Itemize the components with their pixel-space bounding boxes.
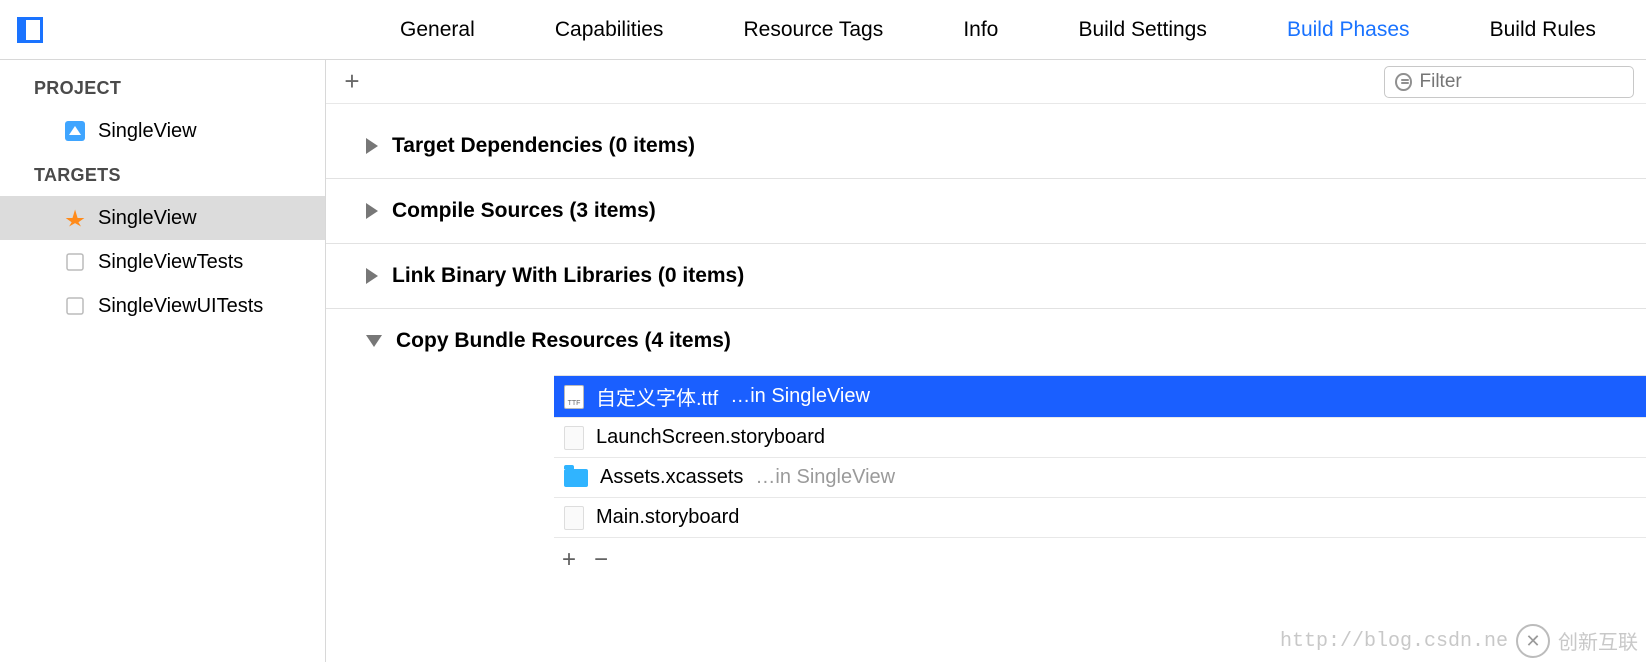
assets-folder-icon — [564, 469, 588, 487]
tab-capabilities[interactable]: Capabilities — [549, 18, 670, 42]
tab-build-settings[interactable]: Build Settings — [1072, 18, 1212, 42]
chevron-right-icon — [366, 203, 378, 219]
add-phase-button[interactable]: + — [338, 66, 366, 97]
remove-resource-button[interactable]: − — [594, 546, 608, 574]
sidebar-target-label: SingleView — [98, 207, 197, 230]
sidebar-heading-project: PROJECT — [0, 66, 325, 109]
watermark-brand: 创新互联 — [1558, 626, 1638, 656]
sidebar-target-singleview[interactable]: SingleView — [0, 196, 325, 240]
panel-toggle[interactable] — [0, 17, 60, 43]
project-icon — [64, 120, 86, 142]
storyboard-file-icon — [564, 426, 584, 450]
test-target-icon — [64, 295, 86, 317]
phase-target-dependencies[interactable]: Target Dependencies (0 items) — [326, 114, 1646, 179]
test-target-icon — [64, 251, 86, 273]
tab-general[interactable]: General — [394, 18, 481, 42]
filter-field[interactable] — [1384, 66, 1634, 98]
sidebar-project-singleview[interactable]: SingleView — [0, 109, 325, 153]
resource-row[interactable]: 自定义字体.ttf …in SingleView — [554, 376, 1646, 418]
phase-title: Copy Bundle Resources (4 items) — [396, 329, 731, 353]
phase-copy-bundle-resources[interactable]: Copy Bundle Resources (4 items) 自定义字体.tt… — [326, 309, 1646, 594]
phase-file-list: 自定义字体.ttf …in SingleView LaunchScreen.st… — [554, 375, 1646, 574]
resource-name: Main.storyboard — [596, 506, 739, 529]
phase-title: Link Binary With Libraries (0 items) — [392, 264, 744, 288]
resource-name: Assets.xcassets — [600, 466, 743, 489]
sidebar-target-label: SingleViewUITests — [98, 295, 263, 318]
sidebar-target-singleviewtests[interactable]: SingleViewTests — [0, 240, 325, 284]
chevron-down-icon — [366, 335, 382, 347]
chevron-right-icon — [366, 138, 378, 154]
watermark: http://blog.csdn.ne ✕ 创新互联 — [1280, 624, 1638, 658]
resource-row[interactable]: Main.storyboard — [554, 498, 1646, 538]
filter-icon — [1395, 73, 1412, 91]
phase-link-binary[interactable]: Link Binary With Libraries (0 items) — [326, 244, 1646, 309]
app-target-icon — [64, 207, 86, 229]
sidebar-target-singleviewuitests[interactable]: SingleViewUITests — [0, 284, 325, 328]
sidebar-project-label: SingleView — [98, 120, 197, 143]
phase-compile-sources[interactable]: Compile Sources (3 items) — [326, 179, 1646, 244]
tab-build-phases[interactable]: Build Phases — [1281, 18, 1416, 42]
resource-row[interactable]: Assets.xcassets …in SingleView — [554, 458, 1646, 498]
resource-path: …in SingleView — [755, 466, 895, 489]
ttf-file-icon — [564, 385, 584, 409]
filter-input[interactable] — [1420, 71, 1624, 93]
resource-row-actions: + − — [554, 538, 1646, 574]
phase-title: Target Dependencies (0 items) — [392, 134, 695, 158]
tab-resource-tags[interactable]: Resource Tags — [738, 18, 890, 42]
watermark-logo-icon: ✕ — [1516, 624, 1550, 658]
watermark-url: http://blog.csdn.ne — [1280, 630, 1508, 653]
phase-title: Compile Sources (3 items) — [392, 199, 656, 223]
tab-info[interactable]: Info — [957, 18, 1004, 42]
phases-toolbar: + — [326, 60, 1646, 104]
resource-path: …in SingleView — [730, 385, 870, 408]
tab-bar: General Capabilities Resource Tags Info … — [60, 18, 1646, 42]
resource-name: 自定义字体.ttf — [596, 382, 718, 411]
resource-name: LaunchScreen.storyboard — [596, 426, 825, 449]
storyboard-file-icon — [564, 506, 584, 530]
chevron-right-icon — [366, 268, 378, 284]
resource-row[interactable]: LaunchScreen.storyboard — [554, 418, 1646, 458]
panel-left-icon — [17, 17, 43, 43]
sidebar-heading-targets: TARGETS — [0, 153, 325, 196]
sidebar-target-label: SingleViewTests — [98, 251, 243, 274]
build-phases-content: + Target Dependencies (0 items) Compile … — [326, 60, 1646, 662]
editor-tabs: General Capabilities Resource Tags Info … — [0, 0, 1646, 60]
project-sidebar: PROJECT SingleView TARGETS SingleView Si… — [0, 60, 326, 662]
tab-build-rules[interactable]: Build Rules — [1484, 18, 1602, 42]
add-resource-button[interactable]: + — [562, 546, 576, 574]
